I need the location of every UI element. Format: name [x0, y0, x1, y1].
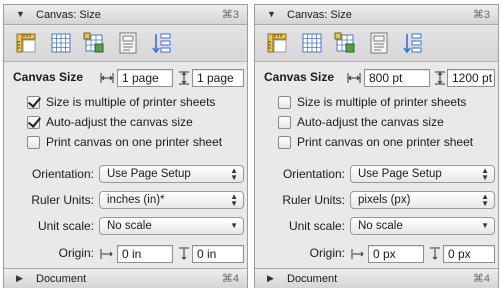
section-title: Document	[36, 272, 87, 285]
chevron-down-icon: ▼	[230, 221, 238, 230]
checkbox-unchecked-icon[interactable]	[278, 135, 291, 149]
checkbox-unchecked-icon[interactable]	[278, 115, 291, 129]
ruler-units-label: Ruler Units:	[31, 193, 94, 207]
ruler-units-popup[interactable]: inches (in)* ▲ ▼	[99, 191, 244, 209]
grid-icon[interactable]	[300, 31, 324, 55]
orientation-label: Orientation:	[282, 167, 345, 181]
alignment-grid-icon[interactable]	[82, 31, 106, 55]
checkbox-unchecked-icon[interactable]	[27, 135, 40, 149]
checkbox-checked-icon[interactable]	[27, 95, 40, 109]
horizontal-size-icon	[100, 71, 114, 85]
shortcut-label: ⌘3	[472, 9, 490, 21]
ruler-units-label: Ruler Units:	[282, 193, 345, 207]
checkbox-label: Auto-adjust the canvas size	[297, 115, 444, 129]
checkbox-unchecked-icon[interactable]	[278, 95, 291, 109]
origin-y-field[interactable]: 0 in	[192, 245, 244, 263]
inspector-panel-left: ▼ Canvas: Size ⌘3 Canvas Size 1 page 1 p…	[3, 4, 248, 288]
popup-arrows-icon: ▲ ▼	[230, 166, 238, 182]
checkbox-label: Auto-adjust the canvas size	[46, 115, 193, 129]
origin-label: Origin:	[58, 246, 94, 260]
popup-arrows-icon: ▲ ▼	[481, 192, 489, 208]
orientation-popup[interactable]: Use Page Setup ▲ ▼	[350, 165, 495, 183]
unit-scale-value: No scale	[107, 220, 152, 232]
unit-scale-label: Unit scale:	[37, 219, 94, 233]
chevron-down-icon: ▼	[481, 221, 489, 230]
canvas-size-label: Canvas Size	[13, 70, 84, 84]
unit-scale-popup[interactable]: No scale ▼	[350, 217, 495, 235]
canvas-width-field[interactable]: 800 pt	[364, 69, 430, 87]
checkbox-label: Size is multiple of printer sheets	[297, 95, 467, 109]
grid-icon[interactable]	[49, 31, 73, 55]
checkbox-size-multiple[interactable]: Size is multiple of printer sheets	[278, 94, 466, 110]
checkbox-print-one-sheet[interactable]: Print canvas on one printer sheet	[27, 134, 222, 150]
origin-y-icon	[428, 247, 442, 261]
section-title: Canvas: Size	[36, 8, 101, 21]
document-section-header[interactable]: ▶ Document ⌘4	[4, 268, 247, 288]
disclosure-triangle-collapsed-icon[interactable]: ▶	[16, 274, 26, 283]
origin-y-field[interactable]: 0 px	[443, 245, 495, 263]
unit-scale-label: Unit scale:	[288, 219, 345, 233]
canvas-size-label: Canvas Size	[264, 70, 335, 84]
horizontal-size-icon	[347, 71, 361, 85]
checkbox-print-one-sheet[interactable]: Print canvas on one printer sheet	[278, 134, 473, 150]
checkbox-label: Size is multiple of printer sheets	[46, 95, 216, 109]
ruler-units-value: pixels (px)	[358, 194, 411, 206]
checkbox-auto-adjust[interactable]: Auto-adjust the canvas size	[278, 114, 444, 130]
origin-y-icon	[177, 247, 191, 261]
checkbox-auto-adjust[interactable]: Auto-adjust the canvas size	[27, 114, 193, 130]
section-title: Document	[287, 272, 338, 285]
layers-icon[interactable]	[400, 31, 424, 55]
shortcut-label: ⌘4	[221, 273, 239, 285]
origin-x-field[interactable]: 0 px	[368, 245, 424, 263]
vertical-size-icon	[433, 71, 447, 85]
popup-arrows-icon: ▲ ▼	[481, 166, 489, 182]
canvas-width-field[interactable]: 1 page	[117, 69, 173, 87]
inspector-toolbar	[4, 26, 247, 62]
vertical-size-icon	[177, 71, 191, 85]
canvas-height-field[interactable]: 1 page	[192, 69, 244, 87]
origin-x-icon	[100, 247, 114, 261]
origin-label: Origin:	[309, 246, 345, 260]
canvas-size-section-header[interactable]: ▼ Canvas: Size ⌘3	[255, 5, 498, 25]
layers-icon[interactable]	[149, 31, 173, 55]
orientation-value: Use Page Setup	[358, 168, 442, 180]
alignment-grid-icon[interactable]	[333, 31, 357, 55]
checkbox-checked-icon[interactable]	[27, 115, 40, 129]
checkbox-label: Print canvas on one printer sheet	[297, 135, 474, 149]
page-layout-icon[interactable]	[367, 31, 391, 55]
inspector-panel-right: ▼ Canvas: Size ⌘3 Canvas Size 800 pt 120…	[254, 4, 499, 288]
orientation-popup[interactable]: Use Page Setup ▲ ▼	[99, 165, 244, 183]
ruler-units-value: inches (in)*	[107, 194, 165, 206]
ruler-icon[interactable]	[14, 31, 38, 55]
disclosure-triangle-expanded-icon[interactable]: ▼	[16, 10, 26, 19]
popup-arrows-icon: ▲ ▼	[230, 192, 238, 208]
unit-scale-value: No scale	[358, 220, 403, 232]
shortcut-label: ⌘3	[221, 9, 239, 21]
canvas-height-field[interactable]: 1200 pt	[447, 69, 495, 87]
disclosure-triangle-expanded-icon[interactable]: ▼	[267, 10, 277, 19]
document-section-header[interactable]: ▶ Document ⌘4	[255, 268, 498, 288]
origin-x-field[interactable]: 0 in	[117, 245, 173, 263]
shortcut-label: ⌘4	[472, 273, 490, 285]
ruler-icon[interactable]	[265, 31, 289, 55]
orientation-label: Orientation:	[31, 167, 94, 181]
ruler-units-popup[interactable]: pixels (px) ▲ ▼	[350, 191, 495, 209]
checkbox-label: Print canvas on one printer sheet	[46, 135, 223, 149]
canvas-size-section-header[interactable]: ▼ Canvas: Size ⌘3	[4, 5, 247, 25]
section-title: Canvas: Size	[287, 8, 352, 21]
origin-x-icon	[351, 247, 365, 261]
checkbox-size-multiple[interactable]: Size is multiple of printer sheets	[27, 94, 215, 110]
inspector-toolbar	[255, 26, 498, 62]
page-layout-icon[interactable]	[116, 31, 140, 55]
unit-scale-popup[interactable]: No scale ▼	[99, 217, 244, 235]
orientation-value: Use Page Setup	[107, 168, 191, 180]
disclosure-triangle-collapsed-icon[interactable]: ▶	[267, 274, 277, 283]
